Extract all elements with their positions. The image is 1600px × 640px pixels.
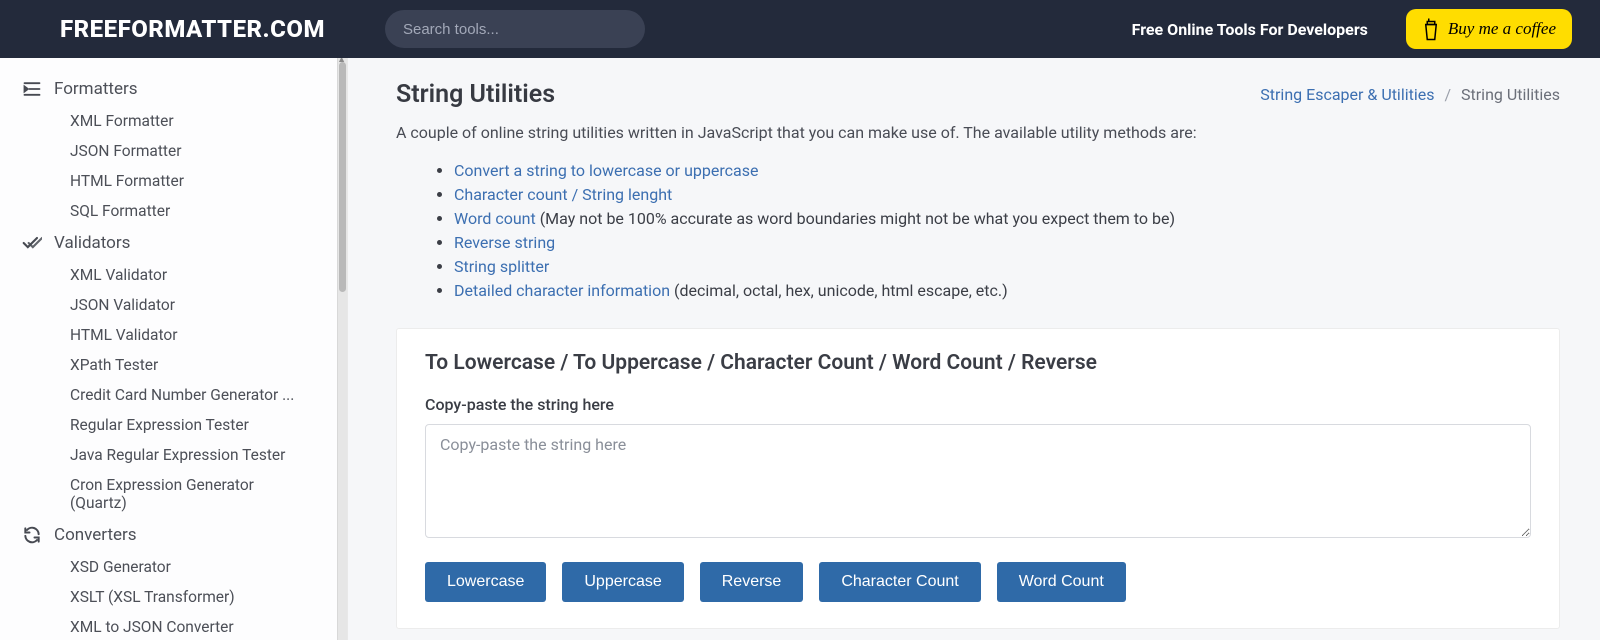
sidebar-item-json-validator[interactable]: JSON Validator [18, 290, 328, 320]
feature-item: Convert a string to lowercase or upperca… [454, 158, 1560, 182]
breadcrumb-current: String Utilities [1461, 85, 1560, 104]
buy-coffee-label: Buy me a coffee [1448, 19, 1556, 39]
lowercase-button[interactable]: Lowercase [425, 562, 546, 602]
refresh-icon [22, 525, 42, 545]
sidebar-item-xpath-tester[interactable]: XPath Tester [18, 350, 328, 380]
scrollbar-up-icon[interactable]: ▲ [337, 58, 346, 65]
feature-item: Character count / String lenght [454, 182, 1560, 206]
sidebar-item-xml-validator[interactable]: XML Validator [18, 260, 328, 290]
sidebar-item-html-validator[interactable]: HTML Validator [18, 320, 328, 350]
uppercase-button[interactable]: Uppercase [562, 562, 683, 602]
sidebar-item-xml-to-json[interactable]: XML to JSON Converter [18, 612, 328, 640]
sidebar: ▲ Formatters XML Formatter JSON Formatte… [0, 58, 348, 640]
character-count-button[interactable]: Character Count [819, 562, 980, 602]
sidebar-item-xslt-transformer[interactable]: XSLT (XSL Transformer) [18, 582, 328, 612]
input-label: Copy-paste the string here [425, 395, 1531, 414]
search-wrap [385, 10, 645, 48]
sidebar-item-json-formatter[interactable]: JSON Formatter [18, 136, 328, 166]
sidebar-item-regex-tester[interactable]: Regular Expression Tester [18, 410, 328, 440]
sidebar-group-formatters[interactable]: Formatters [18, 72, 343, 106]
top-bar: FREEFORMATTER.COM Free Online Tools For … [0, 0, 1600, 58]
sidebar-group-label: Formatters [54, 79, 138, 99]
check-double-icon [22, 233, 42, 253]
reverse-button[interactable]: Reverse [700, 562, 804, 602]
main-content: String Utilities String Escaper & Utilit… [348, 58, 1600, 640]
feature-link[interactable]: Word count [454, 209, 536, 228]
feature-item: Reverse string [454, 230, 1560, 254]
feature-item: String splitter [454, 254, 1560, 278]
page-title: String Utilities [396, 80, 555, 109]
button-row: Lowercase Uppercase Reverse Character Co… [425, 562, 1531, 602]
buy-coffee-button[interactable]: Buy me a coffee [1406, 9, 1572, 49]
site-logo[interactable]: FREEFORMATTER.COM [60, 15, 325, 43]
search-input[interactable] [403, 21, 627, 38]
sidebar-item-sql-formatter[interactable]: SQL Formatter [18, 196, 328, 226]
sidebar-group-validators[interactable]: Validators [18, 226, 343, 260]
tagline: Free Online Tools For Developers [1132, 20, 1368, 39]
sidebar-item-html-formatter[interactable]: HTML Formatter [18, 166, 328, 196]
sidebar-item-java-regex-tester[interactable]: Java Regular Expression Tester [18, 440, 328, 470]
sidebar-item-cron-generator[interactable]: Cron Expression Generator (Quartz) [18, 470, 278, 518]
sidebar-item-xsd-generator[interactable]: XSD Generator [18, 552, 328, 582]
coffee-cup-icon [1422, 17, 1440, 41]
breadcrumb-parent[interactable]: String Escaper & Utilities [1260, 85, 1434, 104]
tool-heading: To Lowercase / To Uppercase / Character … [425, 351, 1531, 375]
sidebar-group-converters[interactable]: Converters [18, 518, 343, 552]
sidebar-item-xml-formatter[interactable]: XML Formatter [18, 106, 328, 136]
feature-item: Detailed character information (decimal,… [454, 278, 1560, 302]
sidebar-group-label: Converters [54, 525, 137, 545]
breadcrumb-separator-icon: / [1438, 85, 1457, 104]
feature-link[interactable]: Reverse string [454, 233, 555, 252]
string-input[interactable] [425, 424, 1531, 538]
feature-link[interactable]: Detailed character information [454, 281, 670, 300]
sidebar-group-label: Validators [54, 233, 130, 253]
feature-link[interactable]: Character count / String lenght [454, 185, 672, 204]
feature-item: Word count (May not be 100% accurate as … [454, 206, 1560, 230]
tool-card: To Lowercase / To Uppercase / Character … [396, 328, 1560, 629]
intro-text: A couple of online string utilities writ… [396, 123, 1560, 142]
breadcrumb: String Escaper & Utilities / String Util… [1260, 85, 1560, 104]
feature-link[interactable]: Convert a string to lowercase or upperca… [454, 161, 758, 180]
word-count-button[interactable]: Word Count [997, 562, 1126, 602]
indent-icon [22, 79, 42, 99]
feature-list: Convert a string to lowercase or upperca… [396, 158, 1560, 302]
scrollbar-thumb[interactable] [339, 62, 346, 292]
feature-link[interactable]: String splitter [454, 257, 549, 276]
sidebar-item-credit-card-gen[interactable]: Credit Card Number Generator ... [18, 380, 328, 410]
